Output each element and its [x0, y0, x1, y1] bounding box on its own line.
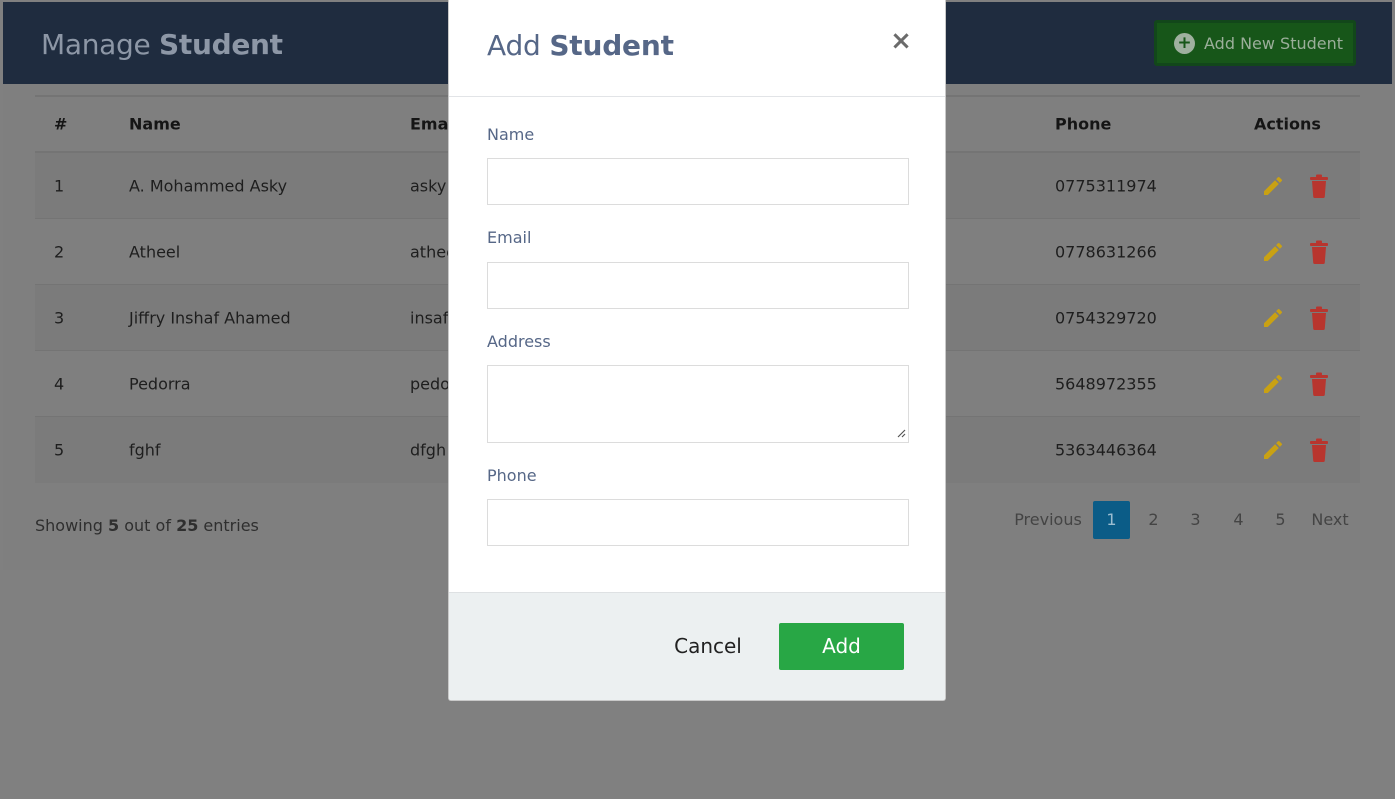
modal-title-bold: Student [549, 29, 674, 62]
row-phone: 5363446364 [1055, 440, 1157, 460]
plus-circle-icon: + [1174, 32, 1195, 54]
pagination-next[interactable]: Next [1305, 501, 1355, 539]
trash-icon[interactable] [1309, 372, 1329, 396]
header-actions: Actions [1254, 114, 1321, 134]
pencil-icon[interactable] [1261, 240, 1285, 264]
add-new-student-button[interactable]: + Add New Student [1154, 20, 1356, 66]
page-title-bold: Student [159, 28, 283, 61]
phone-label: Phone [487, 466, 537, 485]
resize-grip-icon[interactable] [895, 427, 906, 438]
modal-header: Add Student × [449, 0, 945, 97]
row-name: Jiffry Inshaf Ahamed [129, 308, 291, 327]
page-title-prefix: Manage [41, 28, 151, 61]
trash-icon[interactable] [1309, 240, 1329, 264]
row-name: Atheel [129, 242, 181, 261]
email-label: Email [487, 228, 532, 247]
row-name: fghf [129, 440, 161, 460]
row-name: A. Mohammed Asky [129, 176, 288, 195]
row-email: pedo [410, 374, 450, 393]
header-num: # [54, 114, 68, 134]
close-icon[interactable]: × [889, 26, 913, 56]
pencil-icon[interactable] [1261, 438, 1285, 462]
trash-icon[interactable] [1309, 306, 1329, 330]
pagination-page-3[interactable]: 3 [1177, 501, 1214, 539]
row-num: 2 [54, 242, 65, 261]
modal-title: Add Student [487, 29, 674, 62]
row-name: Pedorra [129, 374, 191, 393]
header-name: Name [129, 114, 181, 134]
pagination-page-2[interactable]: 2 [1135, 501, 1172, 539]
pencil-icon[interactable] [1261, 306, 1285, 330]
trash-icon[interactable] [1309, 438, 1329, 462]
pagination-page-1[interactable]: 1 [1093, 501, 1130, 539]
pagination-page-4[interactable]: 4 [1220, 501, 1257, 539]
modal-title-prefix: Add [487, 29, 541, 62]
cancel-button[interactable]: Cancel [663, 623, 753, 670]
name-field[interactable] [487, 158, 909, 205]
add-student-modal: Add Student × Name Email Address Phone C… [448, 0, 946, 701]
add-new-student-label: Add New Student [1204, 33, 1344, 53]
pagination-page-5[interactable]: 5 [1262, 501, 1299, 539]
row-phone: 5648972355 [1055, 374, 1157, 393]
address-field[interactable] [487, 365, 909, 443]
row-num: 3 [54, 308, 65, 327]
row-phone: 0775311974 [1055, 176, 1157, 195]
page-title: Manage Student [41, 28, 283, 61]
modal-footer: Cancel Add [449, 592, 945, 700]
add-button[interactable]: Add [779, 623, 904, 670]
row-email: insaf [410, 308, 449, 327]
trash-icon[interactable] [1309, 174, 1329, 198]
row-num: 1 [54, 176, 65, 195]
email-field[interactable] [487, 262, 909, 309]
row-phone: 0778631266 [1055, 242, 1157, 261]
row-phone: 0754329720 [1055, 308, 1157, 327]
row-num: 4 [54, 374, 65, 393]
pagination-previous[interactable]: Previous [1008, 501, 1088, 539]
pencil-icon[interactable] [1261, 372, 1285, 396]
name-label: Name [487, 125, 535, 144]
phone-field[interactable] [487, 499, 909, 546]
pencil-icon[interactable] [1261, 174, 1285, 198]
row-num: 5 [54, 440, 65, 460]
header-phone: Phone [1055, 114, 1112, 134]
row-email: dfgh [410, 440, 447, 460]
address-label: Address [487, 332, 551, 351]
row-email: asky [410, 176, 447, 195]
